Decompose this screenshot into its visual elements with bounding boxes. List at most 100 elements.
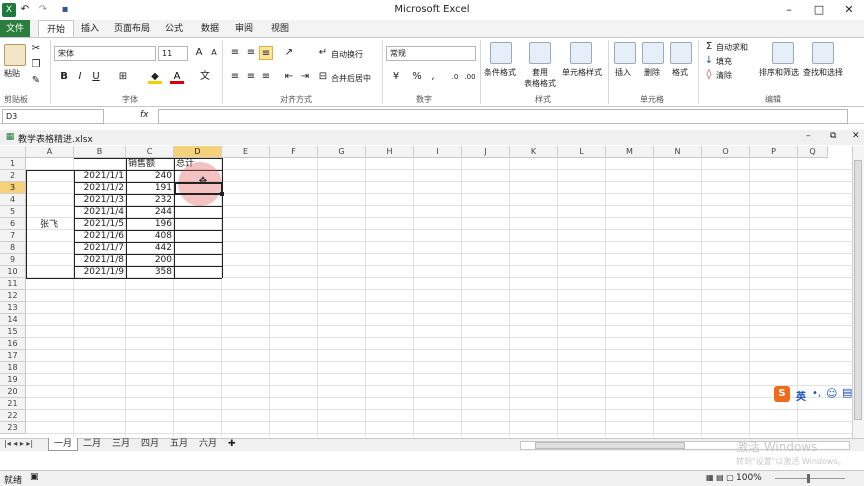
bold-icon[interactable]: B — [57, 70, 71, 84]
vertical-scroll-thumb[interactable] — [854, 160, 862, 420]
row-header-20[interactable]: 20 — [0, 386, 26, 398]
fill-handle[interactable] — [220, 192, 224, 196]
align-center-icon[interactable]: ≡ — [244, 70, 258, 84]
tab-insert[interactable]: 插入 — [76, 20, 104, 38]
conditional-format-button[interactable]: 条件格式 — [484, 67, 516, 78]
comma-style-icon[interactable]: , — [426, 70, 440, 84]
formula-input[interactable] — [158, 109, 848, 124]
cell-c8[interactable]: 442 — [126, 242, 174, 254]
row-header-16[interactable]: 16 — [0, 338, 26, 350]
cell-b9[interactable]: 2021/1/8 — [74, 254, 126, 266]
tab-file[interactable]: 文件 — [0, 20, 30, 38]
row-header-7[interactable]: 7 — [0, 230, 26, 242]
cell-c6[interactable]: 196 — [126, 218, 174, 230]
cell-c9[interactable]: 200 — [126, 254, 174, 266]
ime-punct-icon[interactable]: •, — [812, 388, 821, 399]
row-header-11[interactable]: 11 — [0, 278, 26, 290]
row-header-12[interactable]: 12 — [0, 290, 26, 302]
column-header-e[interactable]: E — [222, 146, 270, 158]
column-header-j[interactable]: J — [462, 146, 510, 158]
column-header-l[interactable]: L — [558, 146, 606, 158]
sheet-tab-5[interactable]: 五月 — [164, 438, 194, 451]
find-select-button[interactable]: 查找和选择 — [803, 67, 843, 78]
ime-lang-indicator[interactable]: 英 — [796, 388, 806, 403]
align-middle-icon[interactable]: ≡ — [244, 46, 258, 60]
row-header-22[interactable]: 22 — [0, 410, 26, 422]
fx-icon[interactable]: fx — [140, 110, 149, 120]
border-icon[interactable]: ⊞ — [116, 70, 130, 84]
cell-c7[interactable]: 408 — [126, 230, 174, 242]
tab-home[interactable]: 开始 — [38, 20, 74, 38]
cut-icon[interactable]: ✂ — [29, 42, 43, 56]
horizontal-scroll-thumb[interactable] — [535, 442, 685, 449]
cell-b8[interactable]: 2021/1/7 — [74, 242, 126, 254]
sogou-ime-icon[interactable]: S — [774, 386, 790, 402]
increase-decimal-icon[interactable]: .0 — [448, 70, 462, 84]
macro-record-icon[interactable]: ▣ — [30, 472, 39, 482]
tab-page-layout[interactable]: 页面布局 — [110, 20, 154, 38]
row-header-10[interactable]: 10 — [0, 266, 26, 278]
column-header-n[interactable]: N — [654, 146, 702, 158]
column-header-p[interactable]: P — [750, 146, 798, 158]
row-header-21[interactable]: 21 — [0, 398, 26, 410]
sheet-tab-6[interactable]: 六月 — [193, 438, 223, 451]
underline-icon[interactable]: U — [89, 70, 103, 84]
decrease-indent-icon[interactable]: ⇤ — [282, 70, 296, 84]
minimize-button[interactable]: – — [775, 0, 803, 20]
cell-b7[interactable]: 2021/1/6 — [74, 230, 126, 242]
workbook-restore-button[interactable]: ⧉ — [830, 131, 836, 141]
fill-button[interactable]: 填充 — [716, 56, 732, 67]
insert-cells-button[interactable]: 插入 — [615, 67, 631, 78]
cell-b2[interactable]: 2021/1/1 — [74, 170, 126, 182]
font-color-icon[interactable]: A — [170, 70, 184, 84]
zoom-level[interactable]: 100% — [736, 473, 762, 483]
cell-b6[interactable]: 2021/1/5 — [74, 218, 126, 230]
column-header-f[interactable]: F — [270, 146, 318, 158]
view-buttons[interactable]: ▦ ▤ ▢ — [706, 473, 734, 482]
sheet-nav-arrows[interactable]: |◂ ◂ ▸ ▸| — [4, 439, 33, 448]
workbook-close-button[interactable]: ✕ — [852, 131, 860, 141]
table-format-button[interactable]: 套用 表格格式 — [519, 67, 561, 89]
select-all-corner[interactable] — [0, 146, 26, 158]
row-header-17[interactable]: 17 — [0, 350, 26, 362]
row-header-18[interactable]: 18 — [0, 362, 26, 374]
delete-cells-button[interactable]: 删除 — [644, 67, 660, 78]
column-header-q[interactable]: Q — [798, 146, 828, 158]
sheet-tab-4[interactable]: 四月 — [135, 438, 165, 451]
column-header-c[interactable]: C — [126, 146, 174, 158]
number-format-select[interactable]: 常规 — [386, 46, 476, 61]
copy-icon[interactable]: ❐ — [29, 58, 43, 72]
row-header-9[interactable]: 9 — [0, 254, 26, 266]
increase-indent-icon[interactable]: ⇥ — [298, 70, 312, 84]
merge-center-button[interactable]: 合并后居中 — [331, 73, 371, 84]
format-cells-button[interactable]: 格式 — [672, 67, 688, 78]
tab-review[interactable]: 审阅 — [230, 20, 258, 38]
row-header-19[interactable]: 19 — [0, 374, 26, 386]
clear-button[interactable]: 清除 — [716, 70, 732, 81]
column-header-a[interactable]: A — [26, 146, 74, 158]
column-header-m[interactable]: M — [606, 146, 654, 158]
row-header-4[interactable]: 4 — [0, 194, 26, 206]
wrap-text-button[interactable]: 自动换行 — [331, 49, 363, 60]
row-header-14[interactable]: 14 — [0, 314, 26, 326]
percent-icon[interactable]: % — [410, 70, 424, 84]
column-header-d[interactable]: D — [174, 146, 222, 158]
cell-style-button[interactable]: 单元格样式 — [562, 67, 602, 78]
cell-c3[interactable]: 191 — [126, 182, 174, 194]
column-header-k[interactable]: K — [510, 146, 558, 158]
orientation-icon[interactable]: ↗ — [282, 46, 296, 60]
font-size-select[interactable]: 11 — [158, 46, 188, 61]
new-sheet-icon[interactable]: ✚ — [228, 439, 236, 449]
row-header-15[interactable]: 15 — [0, 326, 26, 338]
sheet-tab-2[interactable]: 二月 — [77, 438, 107, 451]
phonetic-icon[interactable]: 文 — [198, 70, 212, 84]
cell-c5[interactable]: 244 — [126, 206, 174, 218]
decrease-decimal-icon[interactable]: .00 — [463, 70, 477, 84]
column-header-i[interactable]: I — [414, 146, 462, 158]
column-header-b[interactable]: B — [74, 146, 126, 158]
align-bottom-icon[interactable]: ≡ — [259, 46, 273, 60]
zoom-slider[interactable] — [775, 478, 845, 479]
paste-icon[interactable] — [4, 44, 26, 66]
row-header-6[interactable]: 6 — [0, 218, 26, 230]
sort-filter-button[interactable]: 排序和筛选 — [759, 67, 799, 78]
